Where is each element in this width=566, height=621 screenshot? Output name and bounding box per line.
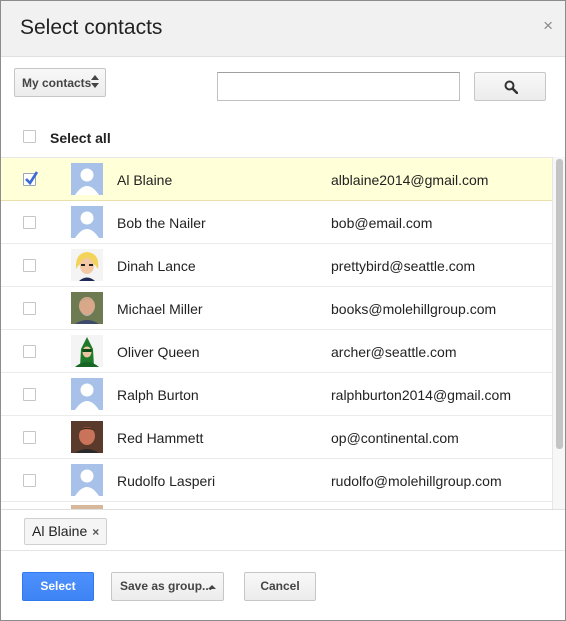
contact-group-select-label: My contacts (22, 76, 92, 90)
contact-name: Rudolfo Lasperi (117, 473, 216, 489)
photo-avatar (71, 249, 103, 281)
contact-name: Dinah Lance (117, 258, 196, 274)
contact-checkbox[interactable] (23, 345, 36, 358)
selected-contact-chip[interactable]: Al Blaine × (24, 518, 108, 545)
contact-email: books@molehillgroup.com (331, 301, 497, 317)
save-as-group-label: Save as group... (120, 579, 213, 593)
photo-avatar (71, 335, 103, 367)
select-arrows-icon (91, 75, 99, 91)
contact-row[interactable] (1, 502, 552, 509)
contact-name: Red Hammett (117, 430, 204, 446)
photo-avatar (71, 421, 103, 453)
contact-email: prettybird@seattle.com (331, 258, 476, 274)
contact-row[interactable]: Bob the Nailer bob@email.com (1, 201, 552, 244)
caret-up-icon (208, 585, 216, 589)
select-button[interactable]: Select (22, 572, 94, 601)
contact-name: Oliver Queen (117, 344, 200, 360)
contact-checkbox[interactable] (23, 388, 36, 401)
contact-checkbox[interactable] (23, 216, 36, 229)
close-icon[interactable]: × (543, 17, 553, 34)
contact-list: Al Blaine alblaine2014@gmail.com Bob the… (1, 157, 565, 509)
search-button[interactable] (474, 72, 546, 101)
contact-email: bob@email.com (331, 215, 433, 231)
contact-email: op@continental.com (331, 430, 459, 446)
contact-checkbox[interactable] (23, 302, 36, 315)
save-as-group-button[interactable]: Save as group... (111, 572, 224, 601)
contact-checkbox[interactable] (23, 474, 36, 487)
contact-row[interactable]: Rudolfo Lasperi rudolfo@molehillgroup.co… (1, 459, 552, 502)
contact-name: Bob the Nailer (117, 215, 206, 231)
select-all-row: Select all (1, 121, 565, 157)
remove-chip-icon[interactable]: × (92, 525, 99, 539)
select-all-checkbox[interactable] (23, 130, 36, 143)
contact-row[interactable]: Ralph Burton ralphburton2014@gmail.com (1, 373, 552, 416)
contact-checkbox[interactable] (23, 431, 36, 444)
select-all-label: Select all (50, 130, 111, 146)
contact-name: Michael Miller (117, 301, 203, 317)
contact-checkbox[interactable] (23, 171, 39, 186)
search-input[interactable] (217, 72, 460, 101)
scrollbar-thumb[interactable] (556, 159, 563, 449)
chip-label: Al Blaine (32, 523, 88, 539)
contact-row[interactable]: Dinah Lance prettybird@seattle.com (1, 244, 552, 287)
dialog-title: Select contacts (20, 16, 163, 39)
contact-row[interactable]: Oliver Queen archer@seattle.com (1, 330, 552, 373)
contact-email: rudolfo@molehillgroup.com (331, 473, 502, 489)
contact-name: Ralph Burton (117, 387, 199, 403)
contact-email: alblaine2014@gmail.com (331, 172, 489, 188)
contact-row[interactable]: Al Blaine alblaine2014@gmail.com (1, 158, 552, 201)
contact-row[interactable]: Red Hammett op@continental.com (1, 416, 552, 459)
select-contacts-dialog: Select contacts × My contacts Select all (0, 0, 566, 621)
dialog-header: Select contacts × (1, 1, 565, 57)
photo-avatar (71, 292, 103, 324)
default-avatar-icon (71, 163, 103, 195)
cancel-button[interactable]: Cancel (244, 572, 316, 601)
selected-contacts-bar: Al Blaine × (1, 509, 565, 551)
contact-email: archer@seattle.com (331, 344, 457, 360)
search-icon (504, 80, 518, 94)
contact-checkbox[interactable] (23, 259, 36, 272)
default-avatar-icon (71, 378, 103, 410)
default-avatar-icon (71, 206, 103, 238)
contact-name: Al Blaine (117, 172, 173, 188)
checkmark-icon (25, 171, 39, 186)
default-avatar-icon (71, 464, 103, 496)
contact-list-scrollbar[interactable] (552, 157, 565, 509)
contact-email: ralphburton2014@gmail.com (331, 387, 511, 403)
contact-row[interactable]: Michael Miller books@molehillgroup.com (1, 287, 552, 330)
contact-group-select[interactable]: My contacts (14, 68, 106, 97)
